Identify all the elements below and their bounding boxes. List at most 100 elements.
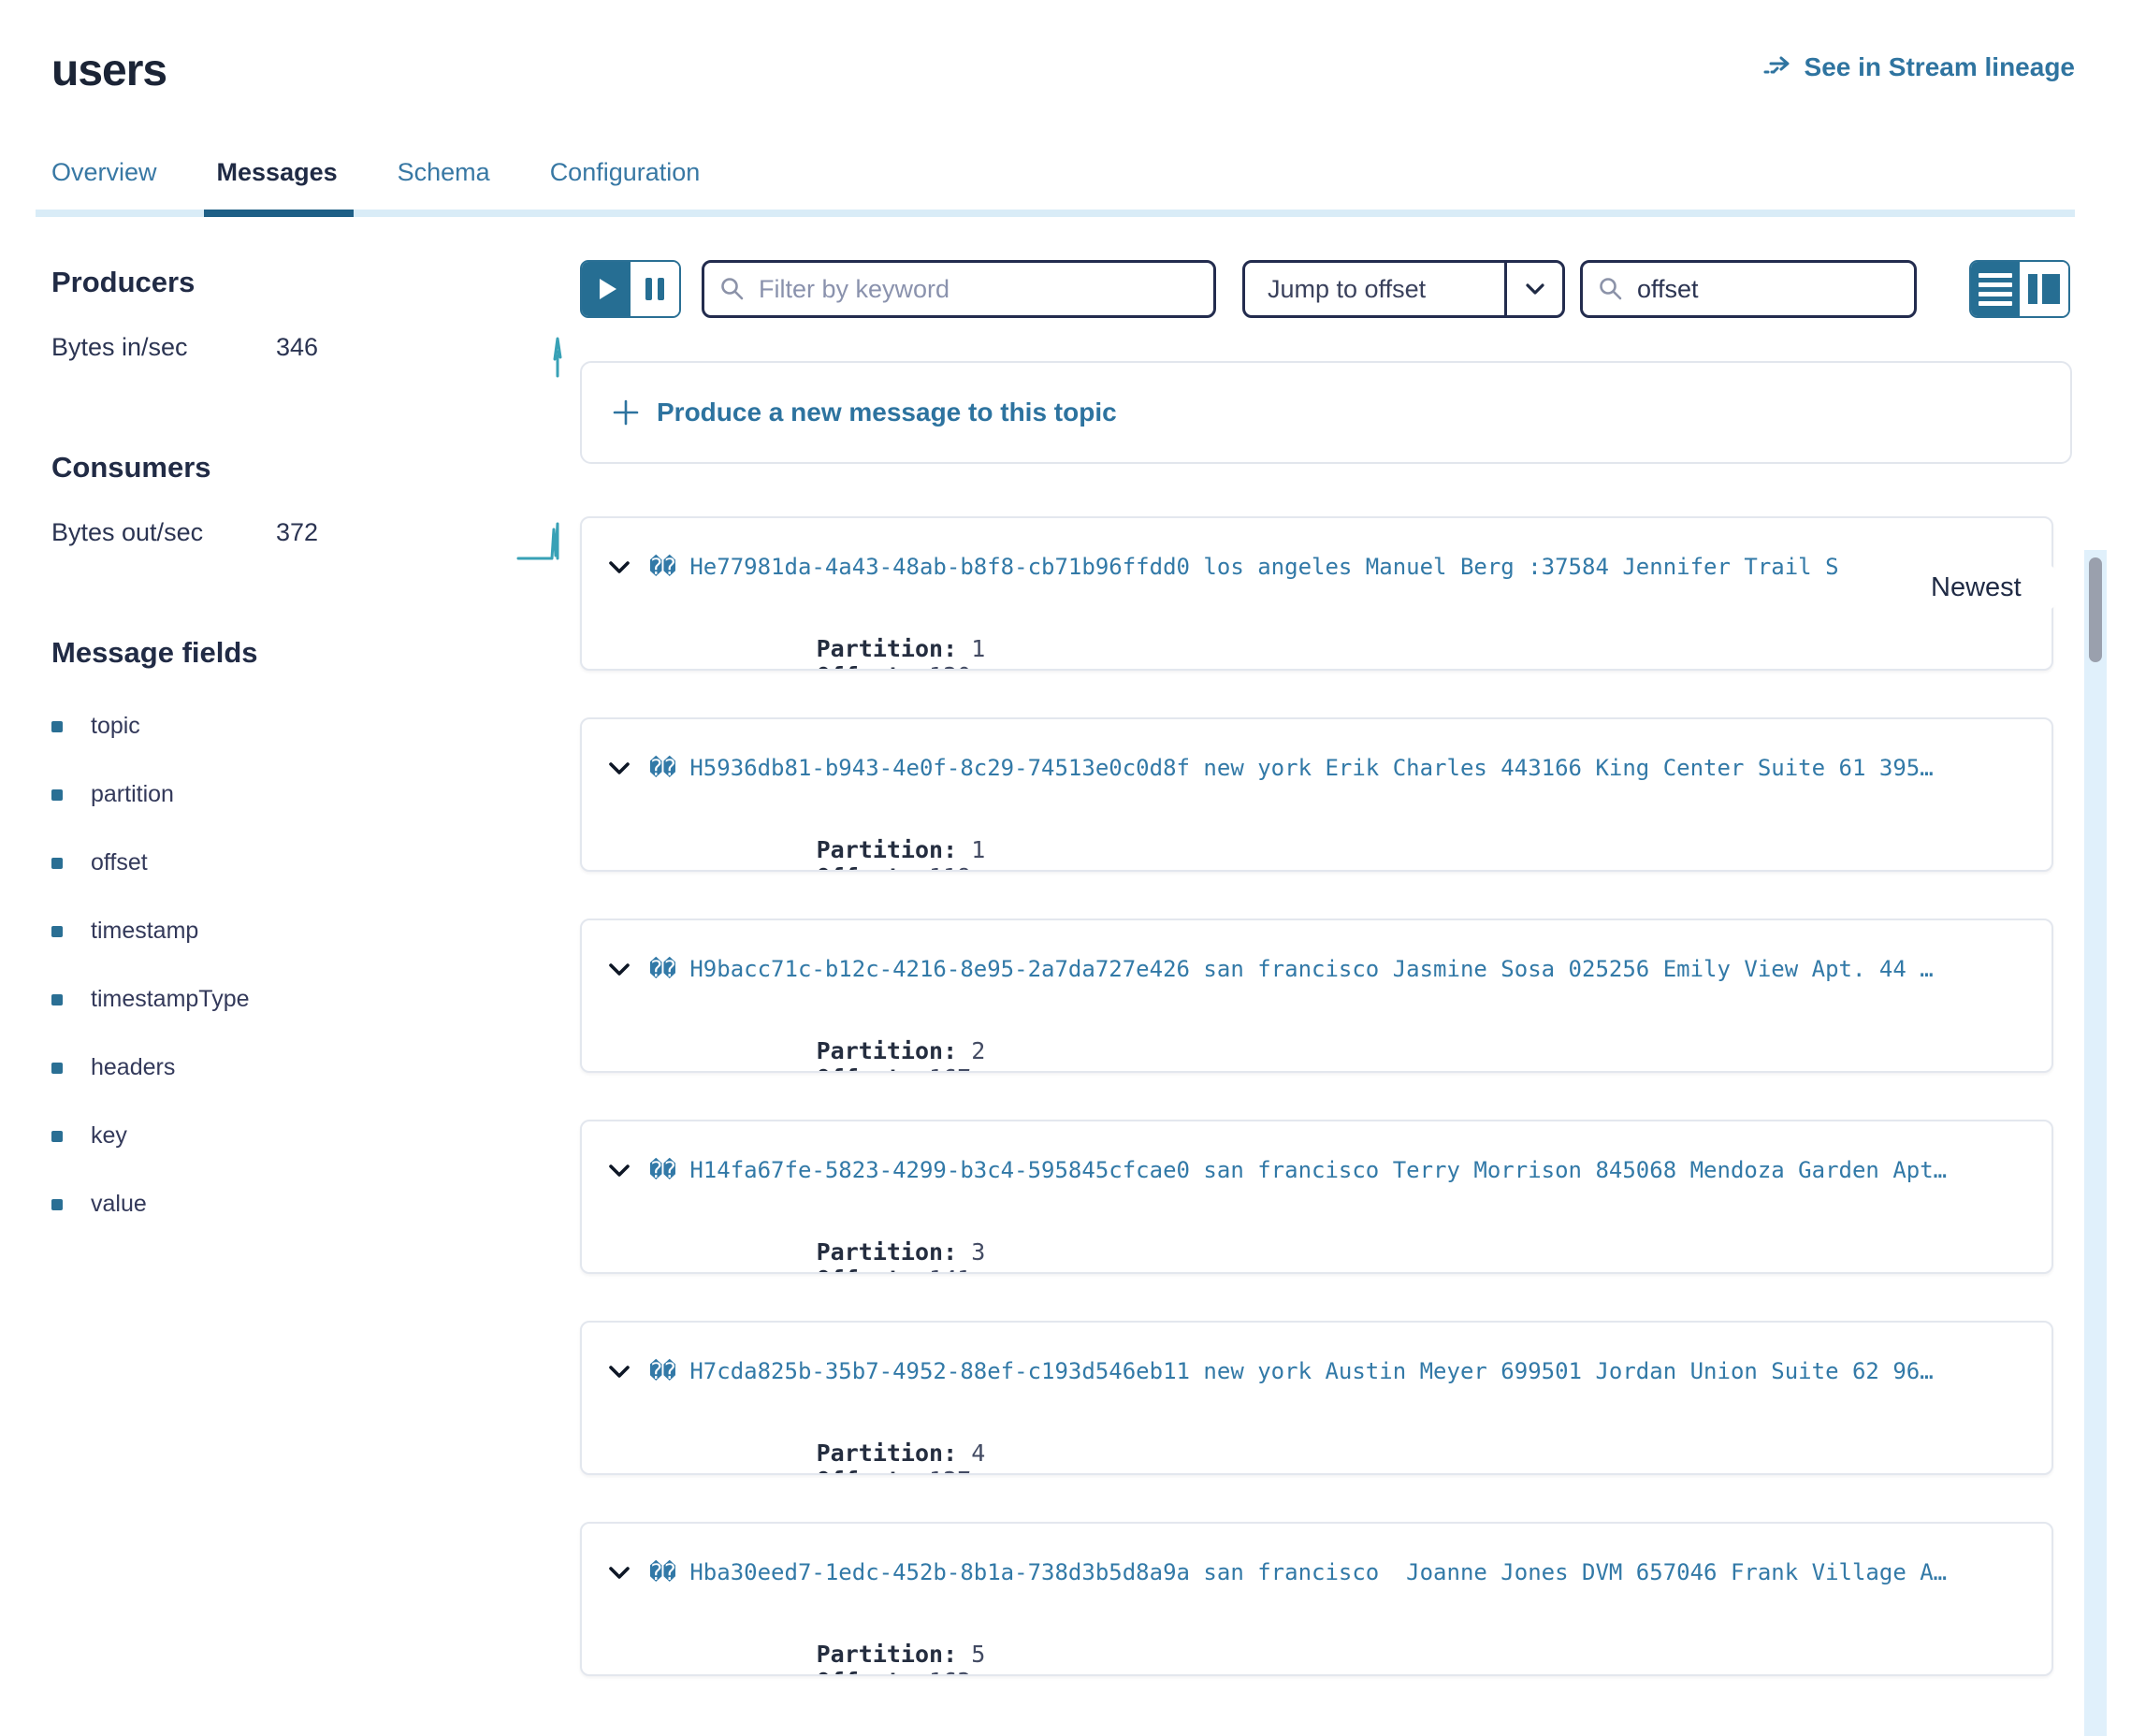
newest-tooltip: Newest xyxy=(1901,557,2075,618)
partition-value: 3 xyxy=(971,1238,985,1266)
partition-value: 1 xyxy=(971,635,985,662)
expand-chevron-icon[interactable] xyxy=(608,560,631,574)
partition-label: Partition: xyxy=(817,1641,958,1668)
message-fields-list: topic partition offset timestamp timesta… xyxy=(51,713,580,1218)
field-item-offset: offset xyxy=(51,849,580,876)
bullet-icon xyxy=(51,994,63,1005)
partition-label: Partition: xyxy=(817,1037,958,1064)
offset-label: Offset: xyxy=(817,1467,915,1475)
partition-label: Partition: xyxy=(817,1439,958,1467)
message-meta: Partition: 5 Offset: 163 Timestamp: 1659… xyxy=(647,1613,2027,1676)
field-label: timestamp xyxy=(91,918,198,945)
message-row[interactable]: �� Hba30eed7-1edc-452b-8b1a-738d3b5d8a9a… xyxy=(580,1522,2053,1676)
bullet-icon xyxy=(51,1199,63,1210)
tab-configuration[interactable]: Configuration xyxy=(550,158,701,210)
jump-select-chevron-button[interactable] xyxy=(1504,263,1562,315)
bullet-icon xyxy=(51,1063,63,1074)
bullet-icon xyxy=(51,926,63,937)
keyword-filter-input[interactable] xyxy=(759,275,1198,304)
play-button[interactable] xyxy=(582,262,631,316)
message-row[interactable]: �� H9bacc71c-b12c-4216-8e95-2a7da727e426… xyxy=(580,919,2053,1073)
produce-message-button[interactable]: Produce a new message to this topic xyxy=(580,361,2072,464)
page-title: users xyxy=(51,45,167,96)
message-key: �� H9bacc71c-b12c-4216-8e95-2a7da727e426… xyxy=(649,956,2027,982)
tab-schema[interactable]: Schema xyxy=(398,158,490,210)
bytes-in-sparkline xyxy=(543,333,574,378)
partition-value: 2 xyxy=(971,1037,985,1064)
scrollbar-thumb[interactable] xyxy=(2089,557,2102,662)
message-meta: Partition: 4 Offset: 127 Timestamp: 1659… xyxy=(647,1412,2027,1475)
offset-label: Offset: xyxy=(817,1266,915,1274)
bytes-in-value: 346 xyxy=(276,333,398,362)
field-item-value: value xyxy=(51,1191,580,1218)
message-row[interactable]: �� H14fa67fe-5823-4299-b3c4-595845cfcae0… xyxy=(580,1120,2053,1274)
message-meta: Partition: 2 Offset: 167 Timestamp: 1659… xyxy=(647,1010,2027,1073)
bytes-in-row: Bytes in/sec 346 xyxy=(51,333,580,378)
expand-chevron-icon[interactable] xyxy=(608,962,631,976)
pause-button[interactable] xyxy=(631,262,679,316)
partition-value: 5 xyxy=(971,1641,985,1668)
produce-message-label: Produce a new message to this topic xyxy=(657,398,1117,427)
jump-to-offset-select: Jump to offset xyxy=(1242,260,1565,318)
field-item-headers: headers xyxy=(51,1054,580,1081)
column-view-icon xyxy=(2028,274,2060,304)
plus-icon xyxy=(612,398,640,427)
view-mode-toggle xyxy=(1969,260,2070,318)
field-item-key: key xyxy=(51,1122,580,1150)
offset-value: 127 xyxy=(929,1467,971,1475)
list-view-icon xyxy=(1979,273,2012,306)
message-meta: Partition: 3 Offset: 141 Timestamp: 1659… xyxy=(647,1211,2027,1274)
partition-value: 1 xyxy=(971,836,985,863)
offset-value: 120 xyxy=(929,662,971,671)
bytes-out-value: 372 xyxy=(276,518,398,547)
message-row[interactable]: �� He77981da-4a43-48ab-b8f8-cb71b96ffdd0… xyxy=(580,516,2053,671)
offset-search-input[interactable] xyxy=(1637,275,1899,304)
page-header: users See in Stream lineage xyxy=(0,0,2131,96)
field-item-partition: partition xyxy=(51,781,580,808)
partition-label: Partition: xyxy=(817,635,958,662)
lineage-arrow-icon xyxy=(1763,55,1793,80)
offset-value: 141 xyxy=(929,1266,971,1274)
message-key: �� H7cda825b-35b7-4952-88ef-c193d546eb11… xyxy=(649,1358,2027,1384)
offset-label: Offset: xyxy=(817,863,915,872)
content-area: Producers Bytes in/sec 346 Consumers Byt… xyxy=(0,217,2131,1736)
column-view-button[interactable] xyxy=(2020,262,2068,316)
jump-to-offset-value[interactable]: Jump to offset xyxy=(1245,275,1504,304)
message-key: �� H5936db81-b943-4e0f-8c29-74513e0c0d8f… xyxy=(649,755,2027,781)
stream-lineage-link[interactable]: See in Stream lineage xyxy=(1763,52,2075,82)
partition-label: Partition: xyxy=(817,836,958,863)
offset-value: 119 xyxy=(929,863,971,872)
producers-heading: Producers xyxy=(51,266,580,299)
field-label: topic xyxy=(91,713,140,740)
bytes-out-sparkline xyxy=(516,518,574,563)
message-meta: Partition: 1 Offset: 119 Timestamp: 1659… xyxy=(647,809,2027,872)
tab-underline-track xyxy=(36,210,2075,217)
lineage-link-label: See in Stream lineage xyxy=(1805,52,2075,82)
scrollbar-track[interactable] xyxy=(2084,550,2107,1736)
messages-panel: Jump to offset xyxy=(580,217,2072,1736)
list-view-button[interactable] xyxy=(1971,262,2020,316)
field-item-timestampType: timestampType xyxy=(51,986,580,1013)
messages-toolbar: Jump to offset xyxy=(580,260,2072,318)
message-key: �� H14fa67fe-5823-4299-b3c4-595845cfcae0… xyxy=(649,1157,2027,1183)
message-key: �� He77981da-4a43-48ab-b8f8-cb71b96ffdd0… xyxy=(649,554,2027,580)
tab-messages[interactable]: Messages xyxy=(217,158,338,210)
search-icon xyxy=(719,276,746,302)
message-row[interactable]: �� H7cda825b-35b7-4952-88ef-c193d546eb11… xyxy=(580,1321,2053,1475)
offset-label: Offset: xyxy=(817,1064,915,1073)
field-label: value xyxy=(91,1191,147,1218)
message-row[interactable]: �� H5936db81-b943-4e0f-8c29-74513e0c0d8f… xyxy=(580,717,2053,872)
message-fields-heading: Message fields xyxy=(51,636,580,670)
sidebar: Producers Bytes in/sec 346 Consumers Byt… xyxy=(51,217,580,1736)
expand-chevron-icon[interactable] xyxy=(608,1164,631,1178)
keyword-filter xyxy=(702,260,1216,318)
field-label: partition xyxy=(91,781,174,808)
tab-overview[interactable]: Overview xyxy=(51,158,157,210)
field-label: headers xyxy=(91,1054,175,1081)
expand-chevron-icon[interactable] xyxy=(608,1566,631,1580)
offset-label: Offset: xyxy=(817,1668,915,1676)
play-icon xyxy=(600,279,616,299)
partition-label: Partition: xyxy=(817,1238,958,1266)
expand-chevron-icon[interactable] xyxy=(608,1365,631,1379)
expand-chevron-icon[interactable] xyxy=(608,761,631,775)
